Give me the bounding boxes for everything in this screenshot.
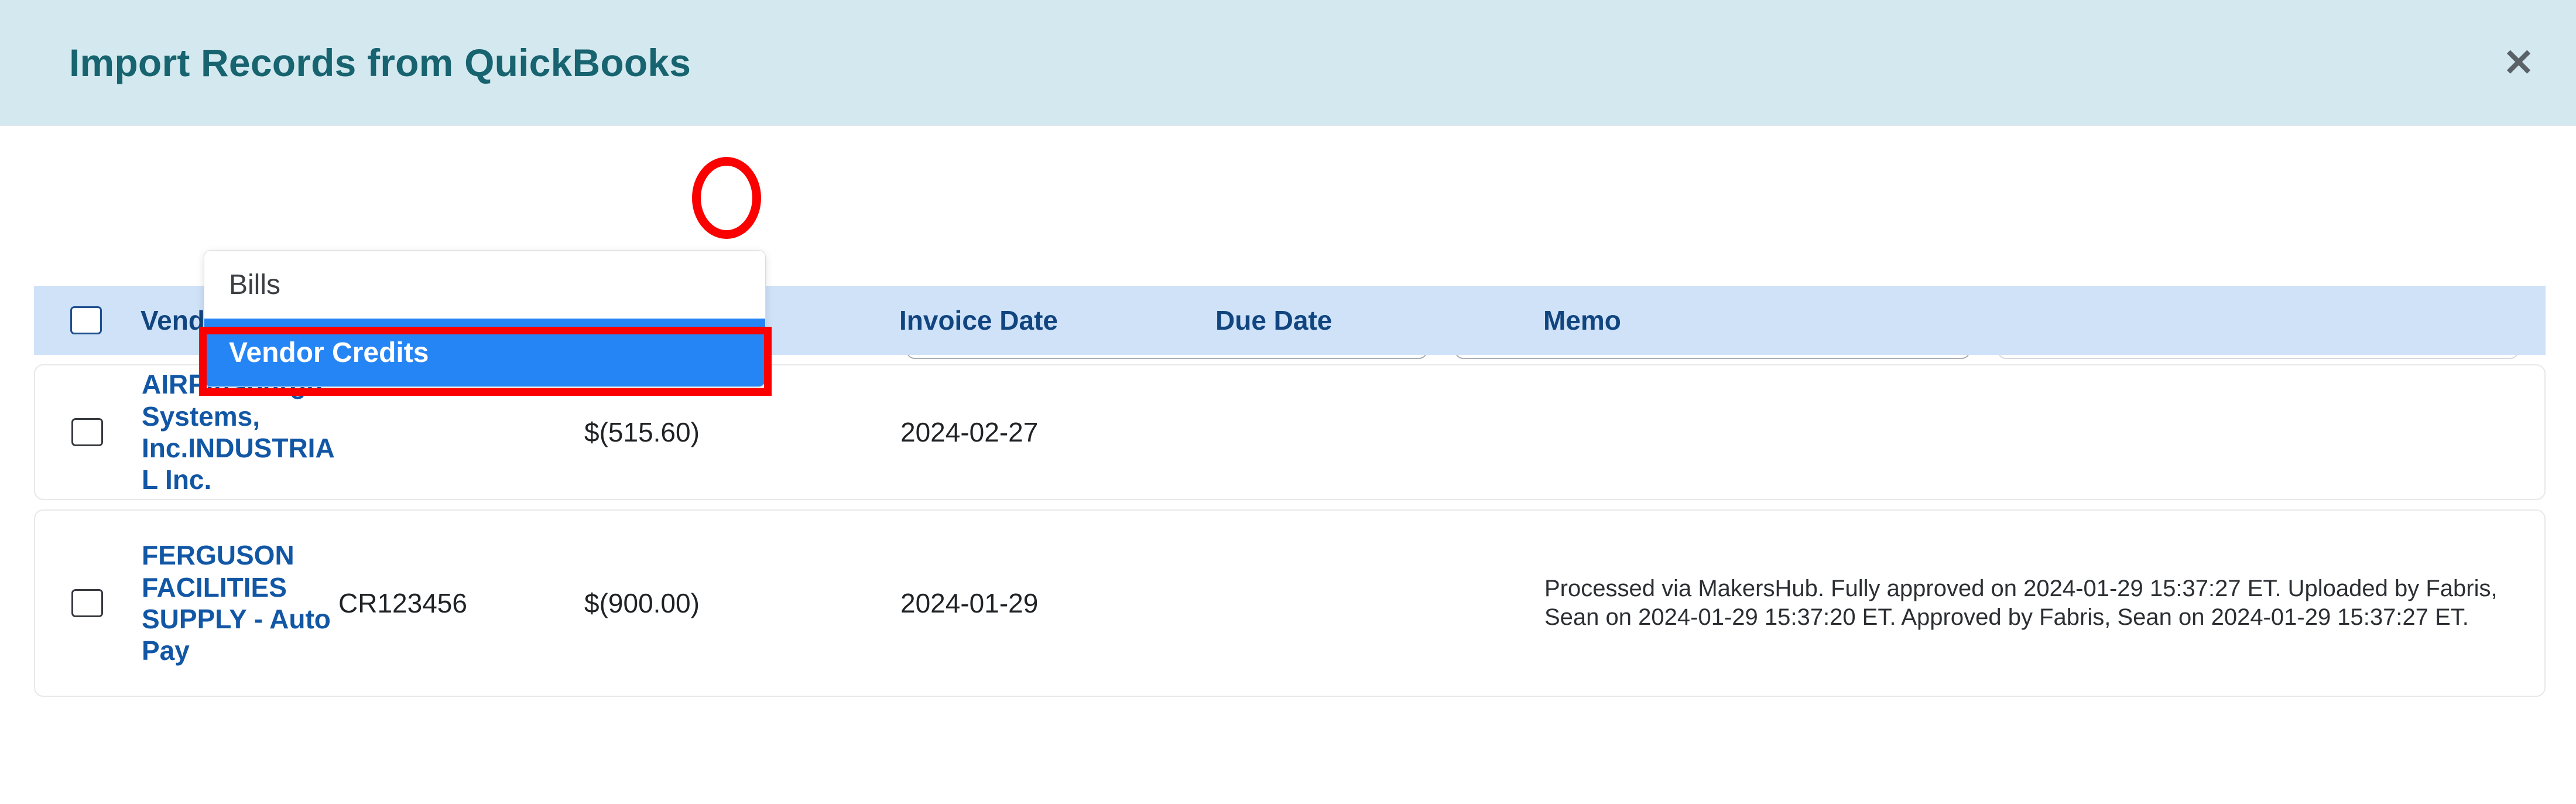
row-select-checkbox[interactable] bbox=[71, 589, 103, 617]
dropdown-option-vendor-credits[interactable]: Vendor Credits bbox=[204, 319, 765, 386]
select-all-cell bbox=[34, 306, 138, 334]
row-select-checkbox[interactable] bbox=[71, 418, 103, 446]
column-header-due-date[interactable]: Due Date bbox=[1215, 305, 1543, 336]
dropdown-option-bills[interactable]: Bills bbox=[204, 251, 765, 319]
page-title: Import Records from QuickBooks bbox=[69, 41, 691, 84]
row-select-cell bbox=[35, 418, 139, 446]
column-header-invoice-date[interactable]: Invoice Date bbox=[899, 305, 1215, 336]
modal-header: Import Records from QuickBooks ✕ bbox=[0, 0, 2576, 126]
row-select-cell bbox=[35, 589, 139, 617]
cell-number: CR123456 bbox=[338, 588, 467, 618]
column-header-memo[interactable]: Memo bbox=[1543, 305, 2546, 336]
select-all-checkbox[interactable] bbox=[70, 306, 102, 334]
filter-toolbar: Type Vendor Credits Filter By Vend bbox=[0, 126, 2576, 359]
cell-vendor: FERGUSON FACILITIES SUPPLY - Auto Pay bbox=[142, 540, 331, 666]
cell-invoice-date: 2024-02-27 bbox=[900, 417, 1039, 447]
close-icon[interactable]: ✕ bbox=[2495, 39, 2542, 86]
table-row[interactable]: FERGUSON FACILITIES SUPPLY - Auto Pay CR… bbox=[34, 509, 2546, 697]
import-records-modal: Import Records from QuickBooks ✕ Type Ve… bbox=[0, 0, 2576, 804]
cell-invoice-date: 2024-01-29 bbox=[900, 588, 1039, 618]
cell-total: $(515.60) bbox=[584, 417, 700, 447]
cell-vendor: AIRPittsburgh Systems, Inc.INDUSTRIAL In… bbox=[142, 369, 335, 495]
cell-total: $(900.00) bbox=[584, 588, 700, 618]
cell-memo: Processed via MakersHub. Fully approved … bbox=[1544, 576, 2498, 630]
type-dropdown-list[interactable]: Bills Vendor Credits bbox=[204, 250, 766, 387]
